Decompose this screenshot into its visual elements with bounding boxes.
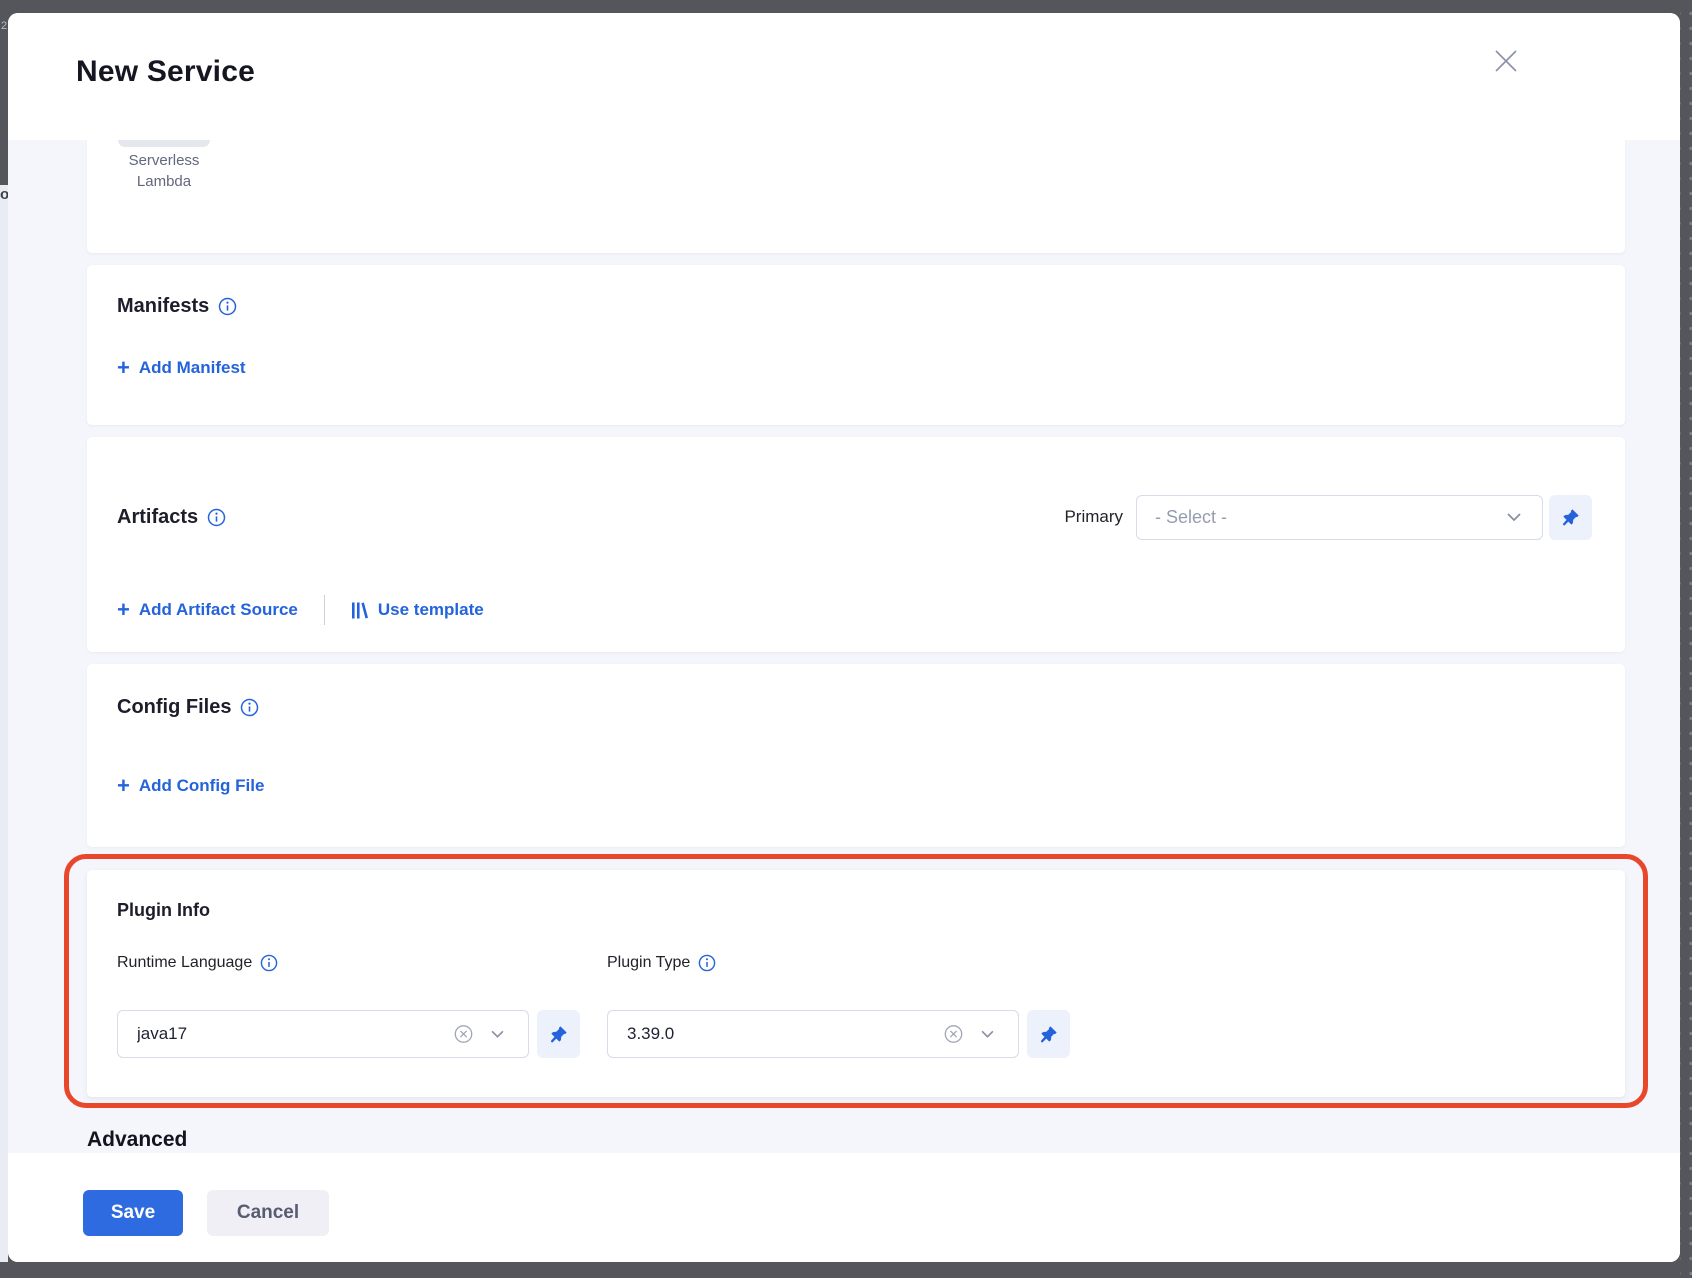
add-manifest-label: Add Manifest [139,358,246,378]
use-template-label: Use template [378,600,484,620]
service-type-tile-caption: Serverless Lambda [96,150,232,192]
artifacts-title: Artifacts [117,506,198,529]
page-background: 2 o New Service Serverless Lambda [0,0,1692,1278]
add-config-file-label: Add Config File [139,776,265,796]
pin-button[interactable] [537,1010,580,1058]
primary-artifact-label: Primary [1064,507,1123,527]
chevron-down-icon[interactable] [490,1030,505,1039]
plugin-type-label: Plugin Type [607,954,690,972]
info-icon[interactable] [240,698,259,717]
plus-icon: + [117,359,130,377]
config-files-title: Config Files [117,696,231,719]
primary-artifact-select[interactable]: - Select - [1136,495,1543,540]
info-icon[interactable] [207,508,226,527]
runtime-language-label: Runtime Language [117,954,252,972]
clear-icon[interactable] [944,1025,963,1044]
info-icon[interactable] [218,297,237,316]
modal-header: New Service [8,13,1680,140]
runtime-language-field-group: Runtime Language [117,954,278,972]
info-icon[interactable] [698,954,716,972]
add-artifact-source-button[interactable]: + Add Artifact Source [117,600,298,620]
save-button[interactable]: Save [83,1190,183,1236]
primary-artifact-placeholder: - Select - [1155,496,1227,539]
plus-icon: + [117,601,130,619]
manifests-title: Manifests [117,295,209,318]
new-service-modal: New Service Serverless Lambda [8,13,1680,1262]
divider [324,595,325,625]
background-dot-canvas [1680,0,1692,1278]
modal-footer: Save Cancel [8,1153,1680,1262]
chevron-down-icon[interactable] [980,1030,995,1039]
manifests-card: Manifests + Add Manifest [87,265,1625,425]
pin-icon [1040,1025,1058,1043]
close-button[interactable] [1488,43,1524,79]
chevron-down-icon [1506,512,1522,522]
add-config-file-button[interactable]: + Add Config File [117,776,264,796]
pin-icon [1562,508,1580,526]
pin-button[interactable] [1549,495,1592,540]
add-artifact-source-label: Add Artifact Source [139,600,298,620]
plugin-info-card: Plugin Info Runtime Language [87,870,1625,1097]
cancel-button[interactable]: Cancel [207,1190,329,1236]
background-text-fragment: o [0,186,8,206]
plus-icon: + [117,777,130,795]
service-type-tile-serverless-lambda[interactable] [118,140,210,147]
advanced-section-title: Advanced [87,1128,187,1152]
plugin-type-combobox[interactable] [607,1010,1019,1058]
template-library-icon [351,601,369,620]
plugin-info-title: Plugin Info [117,900,210,921]
runtime-language-combobox[interactable] [117,1010,529,1058]
clear-icon[interactable] [454,1025,473,1044]
plugin-type-field-group: Plugin Type [607,954,716,972]
config-files-card: Config Files + Add Config File [87,664,1625,847]
modal-body: Serverless Lambda Manifests [8,140,1680,1153]
add-manifest-button[interactable]: + Add Manifest [117,358,246,378]
artifacts-card: Artifacts Primary - Select - [87,437,1625,652]
modal-title: New Service [76,55,255,89]
close-icon [1493,48,1519,74]
info-icon[interactable] [260,954,278,972]
pin-button[interactable] [1027,1010,1070,1058]
background-left-strip [0,185,8,1262]
pin-icon [550,1025,568,1043]
service-type-card: Serverless Lambda [87,140,1625,253]
background-text-fragment: 2 [1,20,8,36]
use-template-button[interactable]: Use template [351,600,484,620]
